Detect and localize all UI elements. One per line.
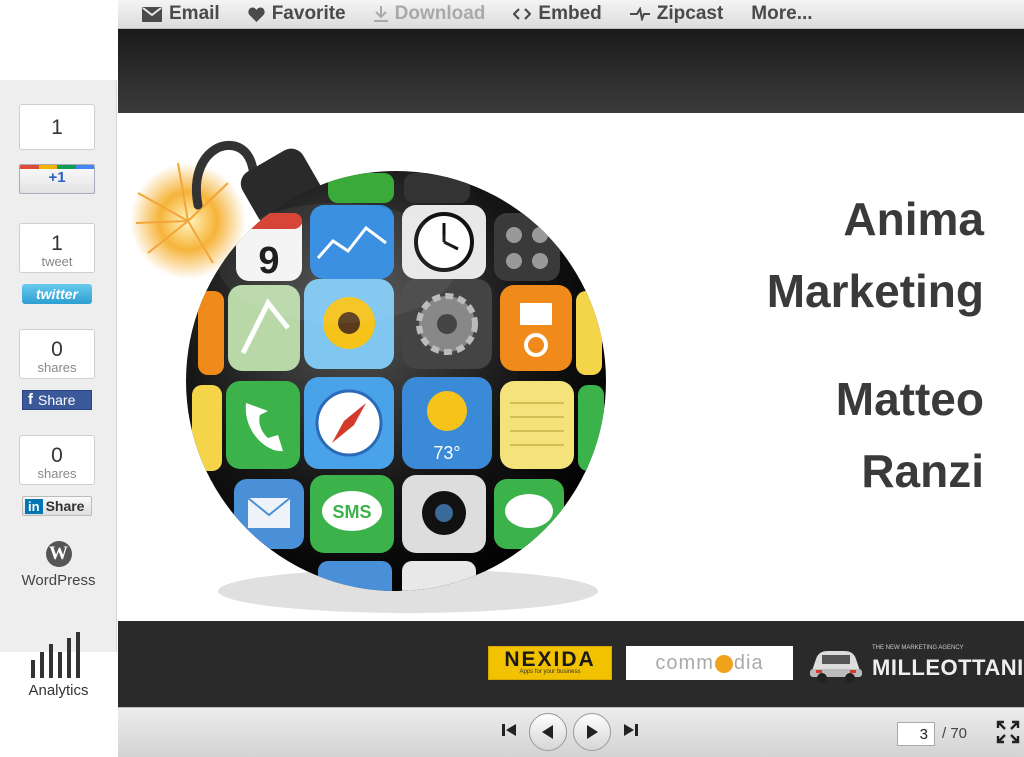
download-arrow-icon [373,5,388,22]
download-button[interactable]: Download [373,3,486,25]
slide-controls-bar: / 70 [118,707,1024,757]
li-count: 0 [51,444,63,467]
fb-count-box: 0 shares [19,329,95,379]
commedia-logo-tail: dia [733,652,764,674]
social-sidebar: 1 +1 1 tweet twitter 0 shares f Share 0 … [0,80,117,652]
slide-canvas: 9 73° SMS Anima Marketing Matteo Ranzi [118,113,1024,621]
li-sub-label: shares [37,466,77,481]
code-brackets-icon [513,8,532,20]
li-share-label: Share [45,498,85,514]
zipcast-icon [629,7,650,21]
skip-to-end-icon [624,724,638,736]
wordpress-label: WordPress [21,572,96,589]
more-label: More... [751,3,813,24]
zipcast-label: Zipcast [656,3,724,24]
gplus-count-box: 1 [19,104,95,150]
download-label: Download [394,3,486,24]
li-count-box: 0 shares [19,435,95,485]
skip-to-start-icon [502,724,516,736]
linkedin-share-button[interactable]: in Share [22,496,92,516]
gplus-color-stripe [20,165,94,169]
facebook-f-icon: f [28,391,33,408]
linkedin-icon: in [25,498,43,514]
zipcast-button[interactable]: Zipcast [629,3,724,25]
embed-button[interactable]: Embed [513,3,602,25]
more-button[interactable]: More... [751,3,812,25]
milleottani-logo-text: MILLEOTTANI [872,655,1024,680]
milleottani-logo: THE NEW MARKETING AGENCY MILLEOTTANI [808,641,1023,685]
viewer-header-band [118,29,1024,113]
milleottani-tagline: THE NEW MARKETING AGENCY [872,645,964,651]
nexida-logo: NEXIDA Apps for your business [488,646,612,680]
fullscreen-expand-icon [996,720,1020,744]
facebook-share-button[interactable]: f Share [22,390,92,410]
commedia-logo-dot [714,654,733,673]
slide-title-line1: Anima [843,193,984,245]
heart-icon [248,7,265,22]
next-slide-button[interactable] [573,713,611,751]
commedia-logo-text: comm [655,652,714,674]
weather-temp: 73° [433,443,460,463]
first-slide-button[interactable] [501,723,517,742]
wordpress-button[interactable]: W WordPress [0,541,117,589]
email-label: Email [169,3,220,24]
slide-footer-band: NEXIDA Apps for your business comm dia TH… [118,621,1024,707]
commedia-logo: comm dia [626,646,793,680]
slide-author-last: Ranzi [861,445,984,497]
tweet-sub-label: tweet [41,254,73,269]
favorite-label: Favorite [271,3,346,24]
embed-label: Embed [538,3,602,24]
app-bomb-illustration: 9 73° SMS [130,140,606,613]
gplus-count: 1 [51,116,63,139]
analytics-button[interactable]: Analytics [0,630,117,699]
page-total: / 70 [942,725,968,742]
email-button[interactable]: Email [142,3,220,25]
fullscreen-button[interactable] [996,720,1020,749]
action-toolbar: Email Favorite Download Embed Zipcast Mo… [118,0,1024,29]
fb-count: 0 [51,338,63,361]
previous-slide-button[interactable] [529,713,567,751]
wordpress-icon: W [45,541,72,567]
fb-sub-label: shares [37,360,77,375]
slide-title-line2: Marketing [766,265,984,317]
favorite-button[interactable]: Favorite [248,3,346,25]
twitter-button[interactable]: twitter [22,284,92,304]
bar-chart-icon [30,632,80,678]
tweet-count-box: 1 tweet [19,223,95,273]
tweet-count: 1 [51,232,63,255]
car-icon [810,651,862,683]
triangle-right-icon [587,725,598,739]
last-slide-button[interactable] [623,723,639,742]
envelope-icon [142,6,162,22]
sms-label: SMS [332,502,371,522]
slide-author-first: Matteo [835,373,984,425]
page-number-input[interactable] [897,722,935,746]
fb-share-label: Share [38,392,76,408]
slideshare-viewer: Email Favorite Download Embed Zipcast Mo… [0,0,1024,757]
analytics-label: Analytics [28,682,89,699]
gplus-button[interactable]: +1 [19,164,95,194]
triangle-left-icon [542,725,553,739]
gplus-label: +1 [48,169,66,186]
